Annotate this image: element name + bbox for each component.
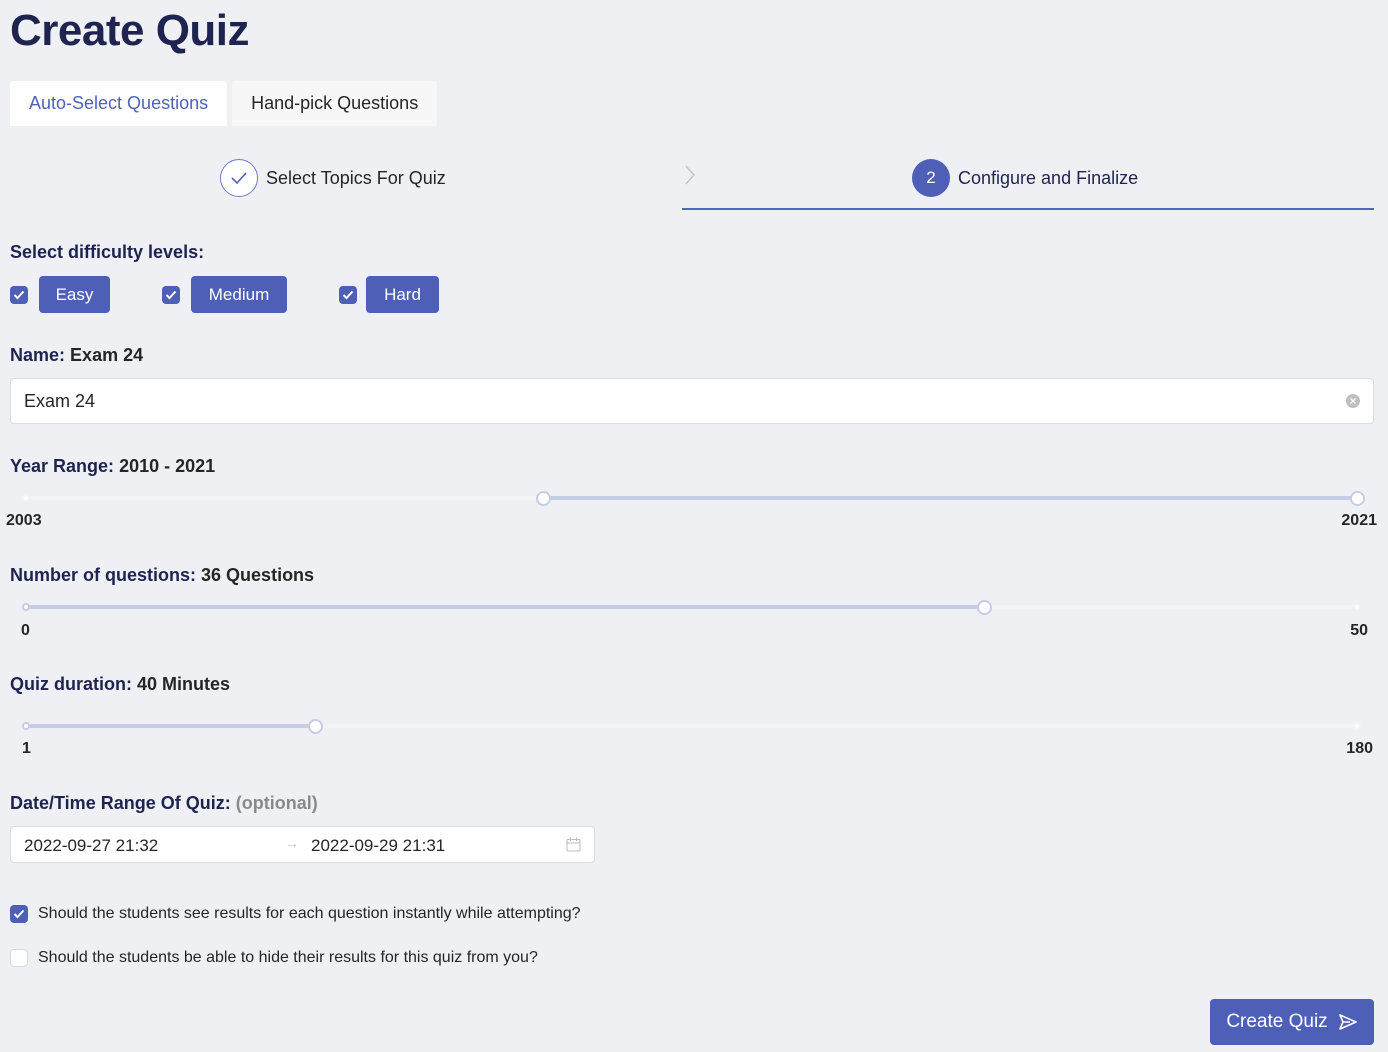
steps-indicator: Select Topics For Quiz 2 Configure and F… [0,150,1388,212]
year-range-end-handle[interactable] [1349,491,1365,506]
step-number-badge: 2 [912,159,950,197]
slider-max-dot [1353,722,1361,730]
duration-slider[interactable] [22,716,1361,736]
duration-handle[interactable] [308,719,324,734]
step-label: Configure and Finalize [958,167,1139,188]
optional-hint: (optional) [235,793,318,813]
instant-results-checkbox[interactable] [10,905,28,923]
arrow-right-icon: → [285,835,299,851]
create-quiz-label: Create Quiz [1226,1011,1328,1032]
send-icon [1338,1014,1357,1030]
year-range-min-label: 2003 [6,512,42,529]
name-label: Name: Exam 24 [10,345,144,365]
create-quiz-button[interactable]: Create Quiz [1210,999,1374,1045]
num-questions-slider[interactable] [22,597,1361,617]
easy-button[interactable]: Easy [39,276,110,313]
check-icon [165,290,177,300]
duration-max-label: 180 [1346,740,1373,757]
num-questions-max-label: 50 [1350,622,1368,639]
duration-value: 40 Minutes [137,674,231,694]
year-range-value: 2010 - 2021 [119,456,216,476]
page-title: Create Quiz [10,6,250,55]
chevron-right-icon [684,164,696,191]
name-label-value: Exam 24 [70,345,144,365]
medium-checkbox[interactable] [162,286,180,304]
year-range-start-handle[interactable] [536,491,552,506]
num-questions-label: Number of questions: 36 Questions [10,565,315,585]
tab-auto-select-questions[interactable]: Auto-Select Questions [10,81,228,126]
slider-max-dot [1353,603,1361,611]
slider-track [26,605,985,609]
name-input[interactable] [24,390,1346,412]
check-icon [13,909,25,919]
duration-label: Quiz duration: 40 Minutes [10,674,231,694]
active-step-underline [682,208,1374,210]
option-label: Should the students be able to hide thei… [38,949,538,966]
year-range-label: Year Range: 2010 - 2021 [10,456,216,476]
medium-button[interactable]: Medium [191,276,287,313]
quiz-mode-tabs: Auto-Select Questions Hand-pick Question… [10,81,438,126]
num-questions-min-label: 0 [21,622,30,639]
slider-min-dot [22,722,30,730]
option-label: Should the students see results for each… [38,905,581,922]
duration-min-label: 1 [22,740,31,757]
slider-min-dot [22,603,30,611]
slider-min-dot [22,494,30,502]
hide-results-checkbox[interactable] [10,949,28,967]
check-icon [220,159,258,197]
check-icon [13,290,25,300]
num-questions-handle[interactable] [976,600,992,615]
hard-checkbox[interactable] [339,286,357,304]
difficulty-label: Select difficulty levels: [10,242,205,262]
easy-checkbox[interactable] [10,286,28,304]
start-date-input[interactable]: 2022-09-27 21:32 [24,836,158,856]
num-questions-value: 36 Questions [201,565,315,585]
slider-track [543,496,1357,500]
hard-button[interactable]: Hard [366,276,439,313]
step-label: Select Topics For Quiz [266,167,446,188]
step-configure-finalize[interactable]: 2 Configure and Finalize [912,159,1138,197]
year-range-max-label: 2021 [1341,512,1377,529]
end-date-input[interactable]: 2022-09-29 21:31 [311,836,445,856]
option-hide-results: Should the students be able to hide thei… [10,949,538,967]
option-instant-results: Should the students see results for each… [10,905,581,923]
name-field [10,378,1374,424]
check-icon [342,290,354,300]
date-range-picker: 2022-09-27 21:32 → 2022-09-29 21:31 [10,826,595,863]
clear-icon[interactable] [1346,394,1360,408]
date-range-label: Date/Time Range Of Quiz: (optional) [10,793,318,813]
tab-hand-pick-questions[interactable]: Hand-pick Questions [232,81,438,126]
step-select-topics[interactable]: Select Topics For Quiz [220,159,446,197]
calendar-icon[interactable] [566,837,581,857]
slider-track [26,724,316,728]
year-range-slider[interactable] [22,488,1365,508]
